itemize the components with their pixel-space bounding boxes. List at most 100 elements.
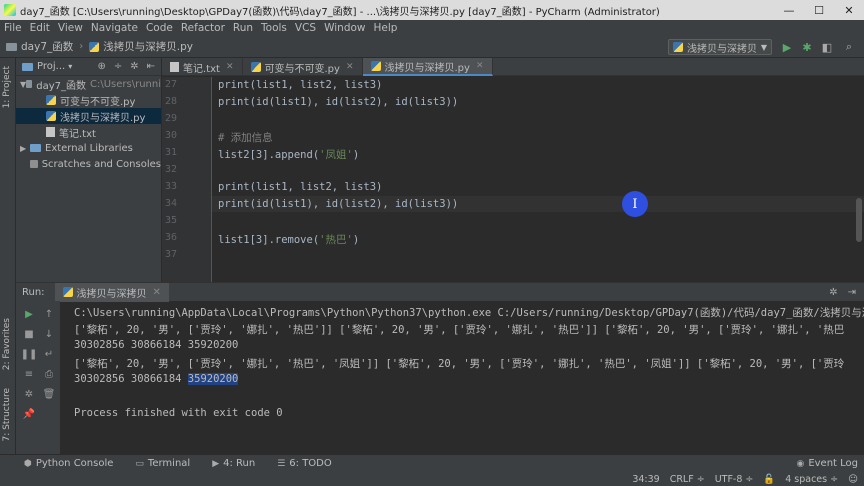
code-token: ) bbox=[352, 234, 360, 246]
tree-file-label: 笔记.txt bbox=[59, 128, 96, 140]
menu-window[interactable]: Window bbox=[324, 22, 365, 34]
tool-tab-todo[interactable]: ☰ 6: TODO bbox=[277, 458, 332, 469]
menu-tools[interactable]: Tools bbox=[261, 22, 287, 34]
gear-icon[interactable]: ✲ bbox=[829, 287, 837, 298]
stop-icon[interactable]: ■ bbox=[22, 327, 36, 341]
line-number: 27 bbox=[164, 79, 177, 90]
run-panel-header: Run: 浅拷贝与深拷贝 ✕ ✲ ⇥ bbox=[16, 282, 864, 302]
pin-icon[interactable]: 📌 bbox=[22, 407, 36, 421]
run-configuration-label: 浅拷贝与深拷贝 bbox=[687, 43, 757, 55]
tool-tab-favorites[interactable]: 2: Favorites bbox=[2, 318, 12, 370]
project-view-select[interactable]: Proj... bbox=[37, 61, 65, 72]
console-line: ['黎柘', 20, '男', ['贾玲', '娜扎', '热巴']] ['黎柘… bbox=[74, 324, 845, 336]
line-separator[interactable]: CRLF ÷ bbox=[670, 474, 705, 485]
print-icon[interactable]: ⎙ bbox=[42, 367, 56, 381]
editor-tabs: 笔记.txt ✕ 可变与不可变.py ✕ 浅拷贝与深拷贝.py ✕ bbox=[162, 58, 864, 76]
tab-notes-txt[interactable]: 笔记.txt ✕ bbox=[162, 58, 243, 76]
hide-icon[interactable]: ⇥ bbox=[848, 287, 856, 298]
breadcrumb-separator: › bbox=[79, 41, 84, 52]
close-icon[interactable]: ✕ bbox=[476, 61, 484, 71]
close-icon[interactable]: ✕ bbox=[153, 287, 161, 298]
tree-external-libraries[interactable]: ▶ External Libraries bbox=[16, 140, 161, 156]
caret-position[interactable]: 34:39 bbox=[632, 474, 659, 485]
line-number: 33 bbox=[164, 181, 177, 192]
window-controls: — ☐ ✕ bbox=[774, 0, 864, 20]
run-icon[interactable]: ▶ bbox=[780, 40, 794, 54]
menu-file[interactable]: File bbox=[4, 22, 22, 34]
menu-help[interactable]: Help bbox=[374, 22, 398, 34]
code-line: list1[3].remove('热巴') bbox=[218, 232, 359, 247]
tool-tab-python-console[interactable]: ⬢ Python Console bbox=[24, 458, 113, 469]
project-panel-header: Proj... ▾ ⊕ ÷ ✲ ⇤ bbox=[16, 58, 161, 76]
close-icon[interactable]: ✕ bbox=[346, 62, 354, 72]
down-arrow-icon[interactable]: ↓ bbox=[42, 327, 56, 341]
menu-navigate[interactable]: Navigate bbox=[91, 22, 138, 34]
soft-wrap-icon[interactable]: ↵ bbox=[42, 347, 56, 361]
file-encoding[interactable]: UTF-8 ÷ bbox=[715, 474, 754, 485]
dump-threads-icon[interactable]: ≡ bbox=[22, 367, 36, 381]
indent-setting[interactable]: 4 spaces ÷ bbox=[785, 474, 838, 485]
tool-tab-event-log[interactable]: ◉ Event Log bbox=[796, 458, 858, 469]
trash-icon[interactable]: 🗑 bbox=[42, 387, 56, 401]
console-text: 30302856 30866184 bbox=[74, 373, 188, 385]
lock-icon[interactable]: 🔓 bbox=[763, 474, 775, 485]
tab-copy-py[interactable]: 浅拷贝与深拷贝.py ✕ bbox=[362, 58, 493, 76]
search-icon[interactable]: ⌕ bbox=[842, 40, 856, 54]
run-icon: ▶ bbox=[212, 458, 220, 469]
maximize-button[interactable]: ☐ bbox=[804, 0, 834, 20]
todo-icon: ☰ bbox=[277, 458, 286, 469]
coverage-icon[interactable]: ◧ bbox=[820, 40, 834, 54]
close-icon[interactable]: ✕ bbox=[226, 62, 234, 72]
scratches-icon bbox=[30, 160, 38, 168]
minimize-button[interactable]: — bbox=[774, 0, 804, 20]
tab-label: 可变与不可变.py bbox=[264, 63, 340, 75]
menu-refactor[interactable]: Refactor bbox=[181, 22, 225, 34]
tab-mutable-py[interactable]: 可变与不可变.py ✕ bbox=[243, 58, 363, 76]
collapse-icon[interactable]: ÷ bbox=[114, 61, 122, 72]
code-token: list2[3].append( bbox=[218, 149, 320, 161]
tool-tab-terminal[interactable]: ▭ Terminal bbox=[135, 458, 190, 469]
menu-edit[interactable]: Edit bbox=[30, 22, 50, 34]
run-tab[interactable]: 浅拷贝与深拷贝 ✕ bbox=[54, 282, 169, 302]
python-icon: ⬢ bbox=[24, 458, 32, 469]
tree-root[interactable]: ▼ day7_函数 C:\Users\runni bbox=[16, 76, 161, 92]
tool-tab-structure[interactable]: 7: Structure bbox=[2, 388, 12, 442]
tree-file[interactable]: 可变与不可变.py bbox=[16, 92, 161, 108]
tree-file-selected[interactable]: 浅拷贝与深拷贝.py bbox=[16, 108, 161, 124]
editor-scrollbar[interactable] bbox=[856, 198, 862, 242]
code-comment: # 添加信息 bbox=[218, 132, 273, 144]
tree-scratches[interactable]: Scratches and Consoles bbox=[16, 156, 161, 172]
code-line: print(id(list1), id(list2), id(list3)) bbox=[218, 96, 459, 108]
code-area[interactable]: print(list1, list2, list3) print(id(list… bbox=[218, 77, 858, 282]
code-string: '凤姐' bbox=[319, 149, 353, 161]
python-file-icon bbox=[370, 61, 381, 71]
debug-icon[interactable]: ✱ bbox=[800, 40, 814, 54]
hide-icon[interactable]: ⇤ bbox=[147, 61, 155, 72]
tree-root-path: C:\Users\runni bbox=[90, 78, 161, 90]
menu-vcs[interactable]: VCS bbox=[295, 22, 316, 34]
rerun-icon[interactable]: ▶ bbox=[22, 307, 36, 321]
menu-run[interactable]: Run bbox=[233, 22, 253, 34]
inspector-icon[interactable]: ☺ bbox=[848, 474, 858, 485]
breadcrumb-file[interactable]: 浅拷贝与深拷贝.py bbox=[89, 39, 193, 54]
tool-tab-project[interactable]: 1: Project bbox=[2, 66, 12, 108]
pause-icon[interactable]: ❚❚ bbox=[21, 347, 38, 361]
run-configuration-select[interactable]: 浅拷贝与深拷贝 ▼ bbox=[668, 39, 772, 55]
code-line: print(list1, list2, list3) bbox=[218, 181, 383, 193]
chevron-down-icon: ▼ bbox=[760, 42, 767, 52]
console-output[interactable]: C:\Users\running\AppData\Local\Programs\… bbox=[74, 303, 864, 455]
tree-file[interactable]: 笔记.txt bbox=[16, 124, 161, 140]
close-button[interactable]: ✕ bbox=[834, 0, 864, 20]
settings-icon[interactable]: ✲ bbox=[22, 387, 36, 401]
breadcrumb-project[interactable]: day7_函数 bbox=[6, 39, 73, 54]
menu-view[interactable]: View bbox=[58, 22, 83, 34]
locate-icon[interactable]: ⊕ bbox=[97, 61, 105, 72]
tool-tab-run[interactable]: ▶ 4: Run bbox=[212, 458, 255, 469]
navigation-bar: day7_函数 › 浅拷贝与深拷贝.py 浅拷贝与深拷贝 ▼ ▶ ✱ ◧ ⌕ bbox=[0, 36, 864, 58]
run-tab-label: 浅拷贝与深拷贝 bbox=[76, 288, 147, 300]
gear-icon[interactable]: ✲ bbox=[130, 61, 138, 72]
pycharm-icon bbox=[4, 4, 16, 16]
up-arrow-icon[interactable]: ↑ bbox=[42, 307, 56, 321]
menu-code[interactable]: Code bbox=[146, 22, 173, 34]
library-icon bbox=[30, 144, 41, 152]
